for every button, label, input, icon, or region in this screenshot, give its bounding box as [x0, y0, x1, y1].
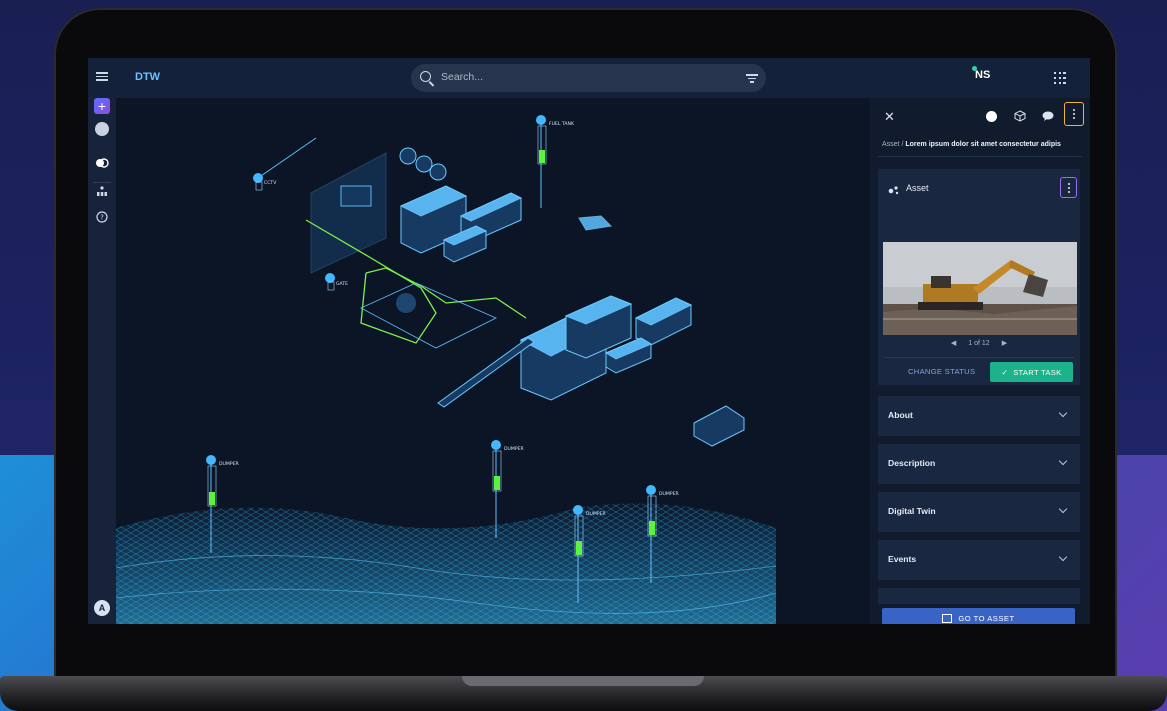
filter-icon[interactable]: [746, 74, 758, 85]
chevron-down-icon: [1058, 504, 1068, 514]
app-screen: DTW NS + ? A: [88, 58, 1090, 624]
sensor-label-cctv: CCTV: [264, 180, 277, 186]
hamburger-menu-icon[interactable]: [96, 70, 108, 84]
layers-icon[interactable]: [94, 155, 110, 171]
digital-twin-scene[interactable]: CCTV GATE FUEL TANK DUMPER DUMPER DUMPER…: [116, 98, 870, 624]
go-to-asset-button[interactable]: GO TO ASSET: [882, 608, 1075, 624]
sensor-label-dumper-2: DUMPER: [504, 446, 525, 452]
add-button[interactable]: +: [94, 98, 110, 114]
user-avatar[interactable]: NS: [975, 69, 990, 81]
change-status-button[interactable]: CHANGE STATUS: [908, 367, 975, 376]
image-pager: ◀ 1 of 12 ▶: [878, 339, 1080, 347]
terrain-mesh: [116, 503, 777, 624]
enter-icon: [942, 613, 953, 623]
accordion-description-label: Description: [888, 458, 936, 468]
app-title: DTW: [135, 71, 161, 83]
check-icon: ✓: [1001, 367, 1009, 377]
industrial-plant-wireframe: [310, 147, 745, 447]
asset-options-button[interactable]: [1060, 177, 1077, 198]
more-options-button[interactable]: [1064, 102, 1084, 126]
accordion-about-label: About: [888, 410, 913, 420]
chevron-down-icon: [1058, 456, 1068, 466]
next-image-icon[interactable]: ▶: [1002, 340, 1007, 347]
accordion-about[interactable]: About: [878, 396, 1080, 436]
sensor-label-dumper-1: DUMPER: [219, 461, 240, 467]
search-icon: [420, 71, 431, 82]
search-bar[interactable]: [411, 64, 766, 92]
start-task-button[interactable]: ✓ START TASK: [990, 362, 1073, 382]
accordion-description[interactable]: Description: [878, 444, 1080, 484]
breadcrumb-root[interactable]: Asset: [882, 141, 900, 148]
panel-header: ✕: [870, 98, 1090, 134]
sensor-label-dumper-4: DUMPER: [659, 491, 680, 497]
accordion-events[interactable]: Events: [878, 540, 1080, 580]
sensor-fuel-tank[interactable]: FUEL TANK: [536, 115, 575, 208]
asset-details-panel: ✕ Asset / Lorem ipsum dolor sit amet con…: [870, 98, 1090, 624]
apps-grid-icon[interactable]: [1054, 72, 1066, 84]
laptop-notch: [462, 676, 704, 686]
accordion-more: [878, 588, 1080, 604]
help-icon[interactable]: ?: [94, 209, 110, 225]
sensor-label-fuel-tank: FUEL TANK: [549, 121, 575, 127]
sensor-gate[interactable]: GATE: [325, 273, 348, 291]
cube-icon[interactable]: [1014, 110, 1026, 122]
prev-image-icon[interactable]: ◀: [951, 340, 956, 347]
close-icon[interactable]: ✕: [884, 109, 895, 125]
sensor-label-dumper-3: DUMPER: [586, 511, 607, 517]
left-rail: + ? A: [88, 98, 116, 624]
accordion-digital-twin-label: Digital Twin: [888, 506, 936, 516]
hierarchy-icon[interactable]: [94, 183, 110, 199]
accordion-digital-twin[interactable]: Digital Twin: [878, 492, 1080, 532]
brand-logo-icon[interactable]: A: [94, 600, 110, 616]
circle-view-icon[interactable]: [986, 111, 997, 122]
asset-cluster-icon: [888, 186, 899, 195]
card-divider: [884, 357, 1074, 358]
sensor-label-gate: GATE: [336, 281, 348, 287]
top-bar: DTW NS: [88, 58, 1090, 98]
breadcrumb-current: Lorem ipsum dolor sit amet consectetur a…: [905, 141, 1061, 148]
accordion-events-label: Events: [888, 554, 917, 564]
panel-divider: [878, 156, 1082, 157]
pager-count: 1 of 12: [968, 340, 990, 347]
excavator-photo[interactable]: [883, 242, 1077, 335]
asset-card-title: Asset: [906, 183, 929, 193]
search-input[interactable]: [439, 70, 733, 84]
sensor-cctv[interactable]: CCTV: [253, 137, 317, 191]
go-to-asset-label: GO TO ASSET: [958, 613, 1015, 623]
start-task-label: START TASK: [1013, 367, 1062, 377]
chat-icon[interactable]: [94, 121, 110, 137]
breadcrumb: Asset / Lorem ipsum dolor sit amet conse…: [882, 141, 1061, 148]
chevron-down-icon: [1058, 408, 1068, 418]
comment-icon[interactable]: [1042, 111, 1054, 121]
asset-card: Asset ◀ 1 of 12 ▶ CHANGE STATUS ✓ START …: [878, 169, 1080, 385]
chevron-down-icon: [1058, 552, 1068, 562]
svg-text:?: ?: [100, 214, 104, 222]
